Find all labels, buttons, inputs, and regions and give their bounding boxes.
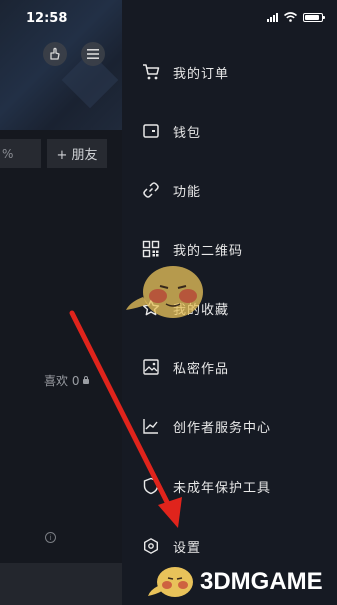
cart-icon — [143, 64, 160, 80]
drawer-item-features[interactable]: 功能 — [122, 170, 337, 210]
drawer-item-orders[interactable]: 我的订单 — [122, 52, 337, 92]
signal-icon — [267, 12, 278, 22]
info-icon[interactable]: i — [45, 532, 56, 543]
drawer-item-label: 私密作品 — [173, 361, 230, 377]
drawer-item-private-works[interactable]: 私密作品 — [122, 347, 337, 387]
link-icon — [143, 182, 159, 198]
mascot-watermark — [126, 266, 203, 318]
battery-icon — [303, 12, 325, 22]
drawer-item-label: 我的订单 — [173, 66, 230, 82]
wallet-icon — [143, 124, 159, 138]
add-friend-button[interactable]: + 朋友 — [47, 139, 107, 168]
drawer-item-label: 创作者服务中心 — [173, 420, 272, 436]
hand-point-icon — [50, 47, 60, 60]
likes-tab[interactable]: 喜欢 0 — [44, 372, 90, 389]
drawer-item-wallet[interactable]: 钱包 — [122, 111, 337, 151]
drawer-item-label: 功能 — [173, 184, 202, 200]
info-glyph: i — [49, 533, 52, 542]
profile-completion[interactable]: % — [0, 139, 41, 168]
hamburger-icon — [87, 49, 99, 59]
bottom-bar — [0, 563, 122, 605]
status-time: 12:58 — [26, 11, 68, 26]
wifi-icon — [284, 12, 297, 22]
profile-page-dimmed[interactable]: 12:58 % + 朋友 喜欢 0 i — [0, 0, 122, 605]
drawer-item-label: 钱包 — [173, 125, 202, 141]
drawer-item-minor-protection[interactable]: 未成年保护工具 — [122, 466, 337, 506]
drawer-item-label: 设置 — [173, 540, 202, 556]
visitor-button[interactable] — [43, 42, 67, 66]
chart-icon — [143, 419, 158, 434]
watermark-text: 3DMGAME — [200, 568, 323, 595]
private-image-icon — [143, 359, 159, 375]
drawer-item-label: 未成年保护工具 — [173, 480, 272, 496]
shield-icon — [143, 477, 159, 495]
status-indicators — [267, 12, 325, 22]
settings-hexagon-icon — [144, 538, 158, 554]
profile-completion-text: % — [2, 146, 14, 161]
menu-button[interactable] — [81, 42, 105, 66]
lock-icon — [83, 376, 90, 384]
likes-label: 喜欢 0 — [44, 374, 80, 388]
drawer-item-creator-center[interactable]: 创作者服务中心 — [122, 406, 337, 446]
